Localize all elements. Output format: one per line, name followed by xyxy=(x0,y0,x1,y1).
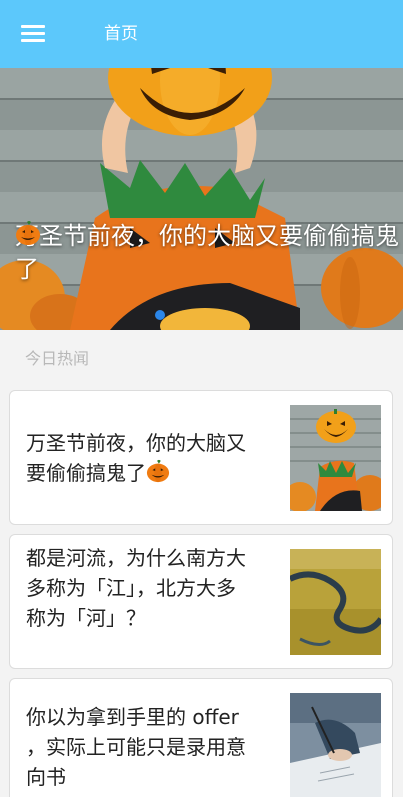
news-card[interactable]: 你以为拿到手里的 offer ，实际上可能只是录用意向书 xyxy=(9,678,393,797)
hand-signing-document-thumbnail xyxy=(290,693,381,797)
carousel-dot-active[interactable] xyxy=(155,310,165,320)
carousel-indicators xyxy=(155,305,171,320)
section-heading: 今日热闻 xyxy=(25,349,90,368)
banner-caption[interactable]: 万圣节前夜，你的大脑又要偷偷搞鬼了 xyxy=(15,220,400,286)
news-card-title-text: 万圣节前夜，你的大脑又要偷偷搞鬼了 xyxy=(26,431,246,485)
news-card[interactable]: 都是河流，为什么南方大多称为「江」，北方大多称为「河」？ xyxy=(9,534,393,669)
news-card[interactable]: 万圣节前夜，你的大脑又要偷偷搞鬼了 xyxy=(9,390,393,525)
banner-caption-text: 万圣节前夜，你的大脑又要偷偷搞鬼了 xyxy=(15,222,399,283)
top-app-bar: 首页 xyxy=(0,0,403,68)
halloween-child-banner-image xyxy=(0,68,403,330)
jack-o-lantern-icon xyxy=(146,459,170,491)
hamburger-menu-icon[interactable] xyxy=(21,24,45,44)
page-title: 首页 xyxy=(104,24,138,44)
meandering-river-aerial-thumbnail xyxy=(290,549,381,655)
halloween-child-thumbnail xyxy=(290,405,381,511)
news-card-title: 你以为拿到手里的 offer ，实际上可能只是录用意向书 xyxy=(26,705,246,789)
banner-carousel[interactable]: 万圣节前夜，你的大脑又要偷偷搞鬼了 xyxy=(0,68,403,330)
news-card-title: 万圣节前夜，你的大脑又要偷偷搞鬼了 xyxy=(26,428,251,491)
news-card-title: 都是河流，为什么南方大多称为「江」，北方大多称为「河」？ xyxy=(26,546,246,630)
app-page: 首页 万圣节前夜，你的大脑又要偷偷搞鬼了 今日热闻 万圣节前夜，你的大脑又要偷偷… xyxy=(0,0,403,797)
